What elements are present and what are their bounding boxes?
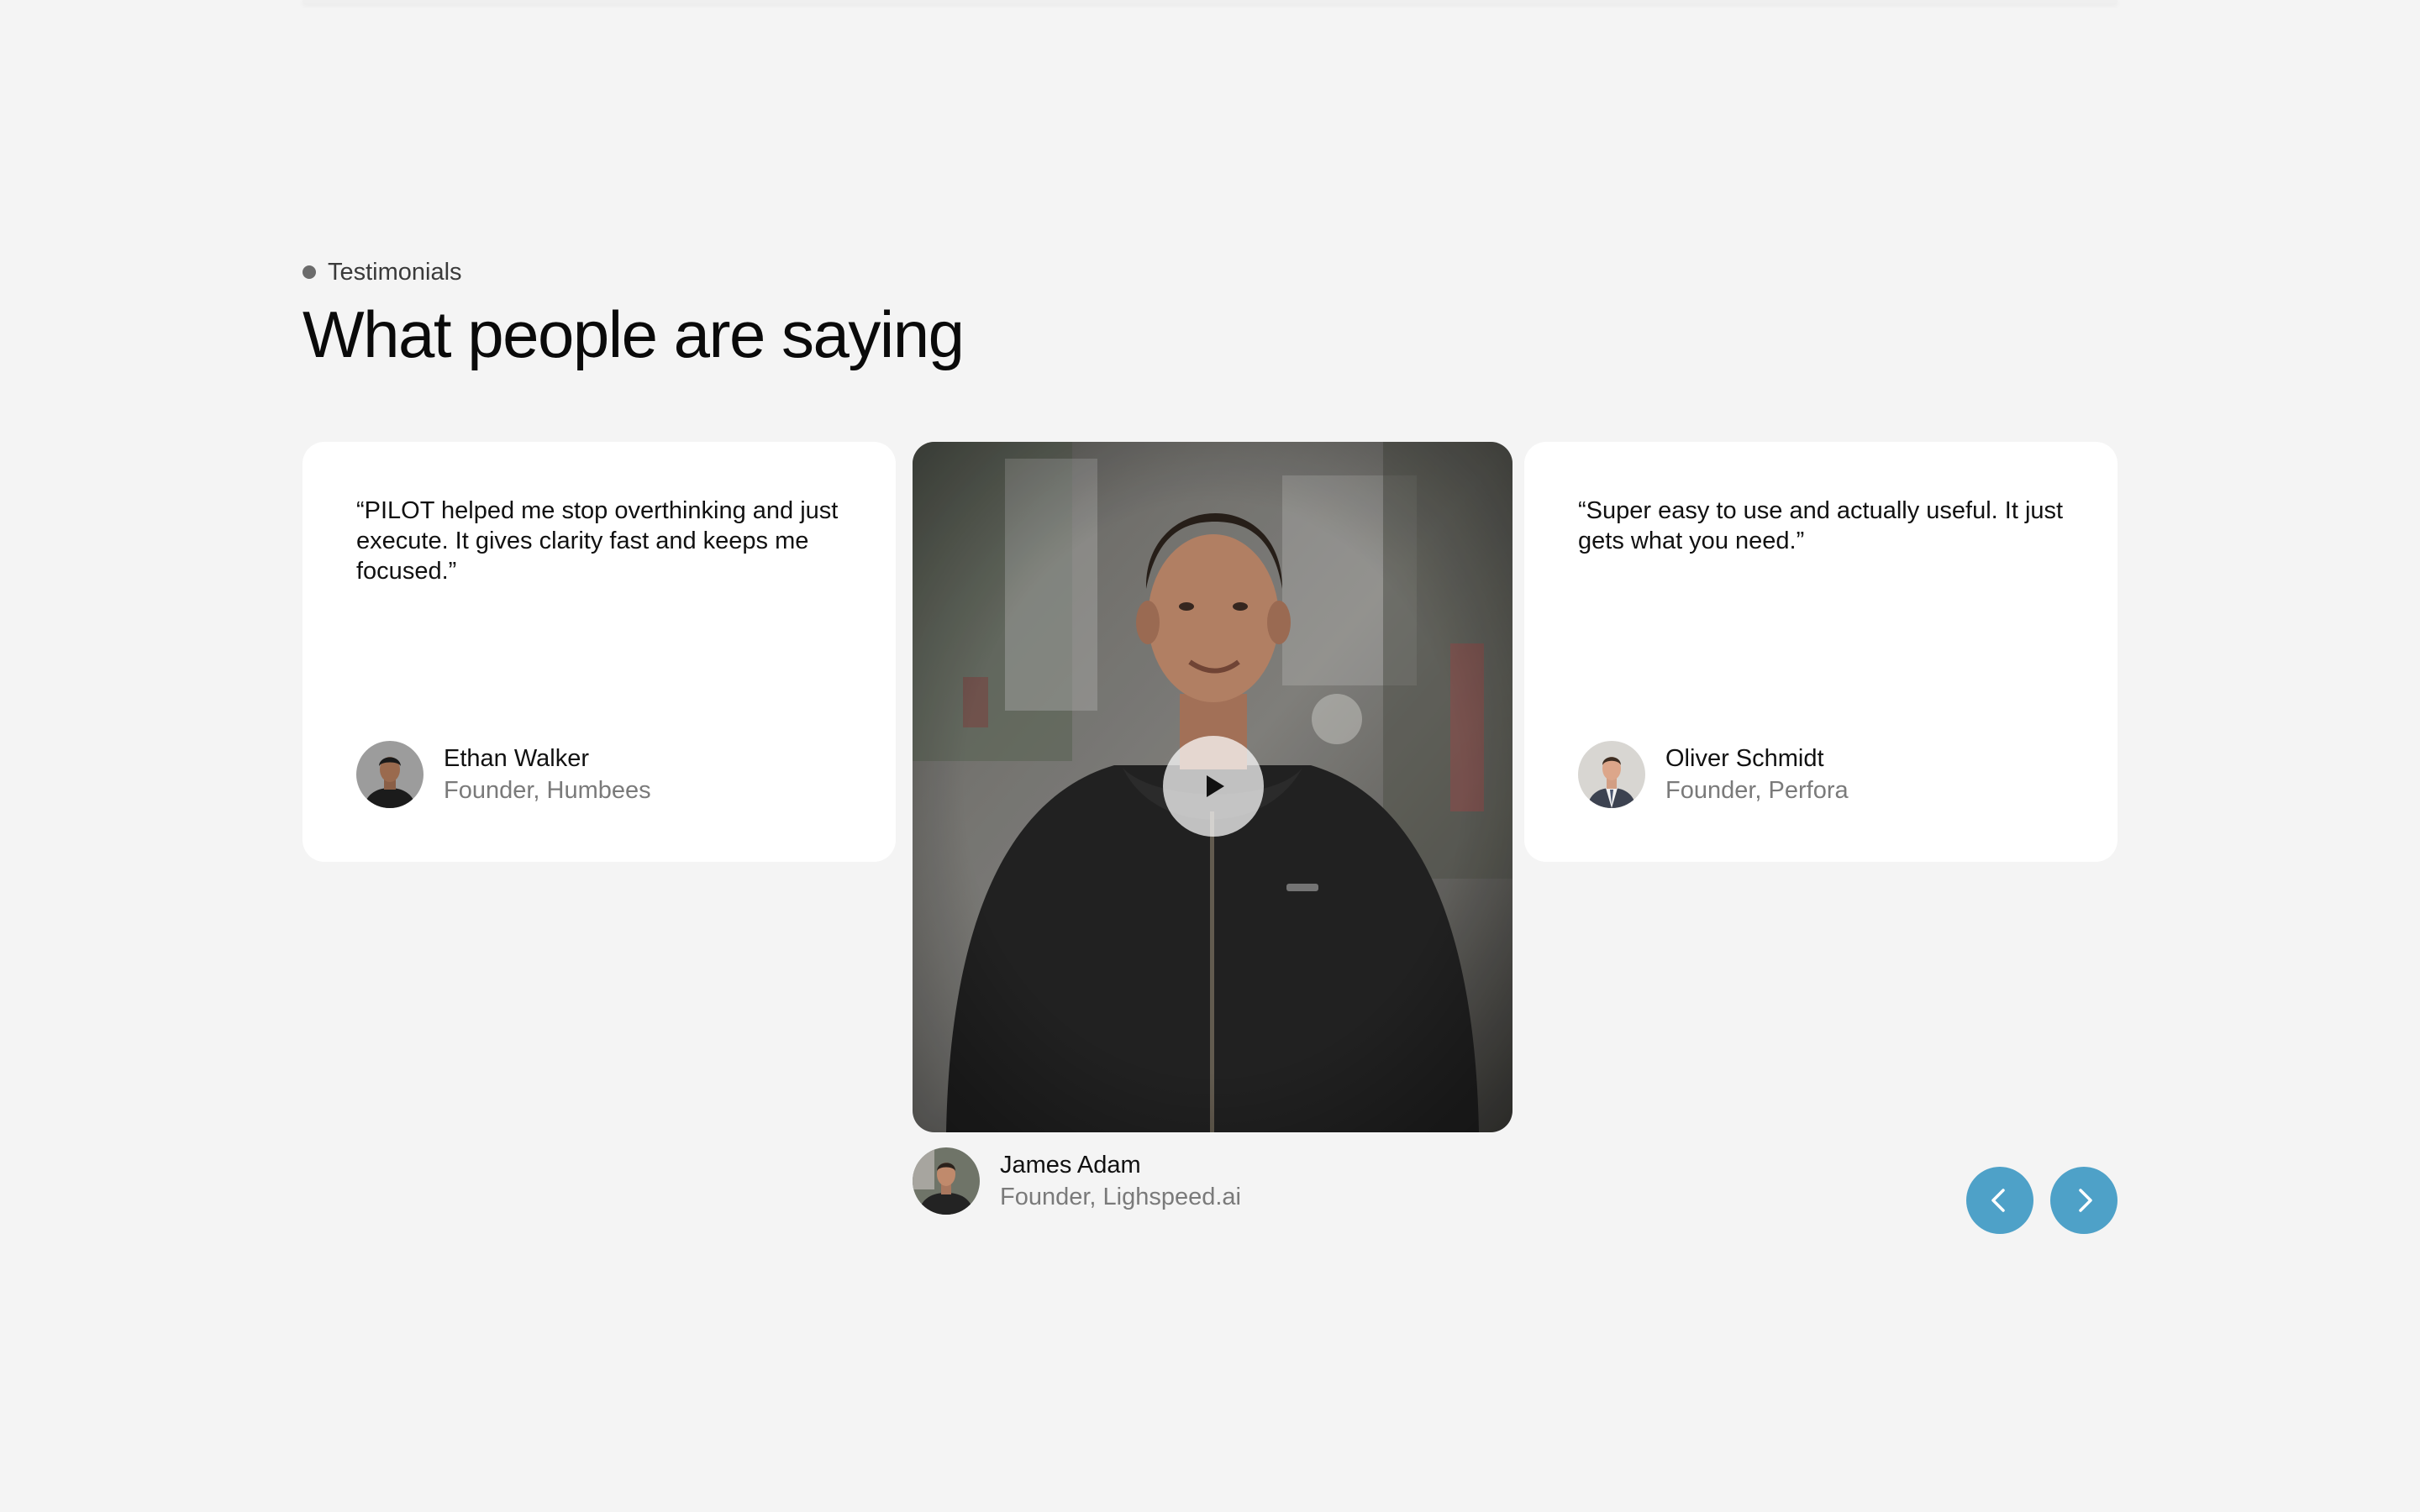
author-role: Founder, Lighspeed.ai <box>1000 1184 1241 1210</box>
avatar <box>356 741 424 808</box>
avatar <box>913 1147 980 1215</box>
avatar <box>1578 741 1645 808</box>
testimonial-author: Oliver Schmidt Founder, Perfora <box>1578 741 1849 808</box>
testimonial-card-oliver: “Super easy to use and actually useful. … <box>1524 442 2118 862</box>
chevron-right-icon <box>2079 1189 2092 1212</box>
video-testimonial[interactable] <box>913 442 1512 1132</box>
author-role: Founder, Humbees <box>444 777 651 804</box>
author-role: Founder, Perfora <box>1665 777 1849 804</box>
section-eyebrow: Testimonials <box>302 257 462 287</box>
author-name: Oliver Schmidt <box>1665 745 1824 772</box>
play-button[interactable] <box>1163 736 1264 837</box>
carousel-prev-button[interactable] <box>1966 1167 2033 1234</box>
carousel-next-button[interactable] <box>2050 1167 2118 1234</box>
header-shadow-strip <box>302 0 2118 3</box>
testimonial-author: Ethan Walker Founder, Humbees <box>356 741 651 808</box>
testimonial-quote: “Super easy to use and actually useful. … <box>1578 497 2064 554</box>
video-testimonial-author: James Adam Founder, Lighspeed.ai <box>913 1147 1241 1215</box>
author-name: Ethan Walker <box>444 745 589 772</box>
play-icon <box>1207 775 1224 797</box>
author-name: James Adam <box>1000 1152 1141 1179</box>
section-title: What people are saying <box>302 297 965 371</box>
testimonial-quote: “PILOT helped me stop overthinking and j… <box>356 497 839 585</box>
eyebrow-label: Testimonials <box>328 258 462 286</box>
chevron-left-icon <box>1991 1189 2005 1212</box>
eyebrow-dot-icon <box>302 265 316 279</box>
testimonial-card-ethan: “PILOT helped me stop overthinking and j… <box>302 442 896 862</box>
